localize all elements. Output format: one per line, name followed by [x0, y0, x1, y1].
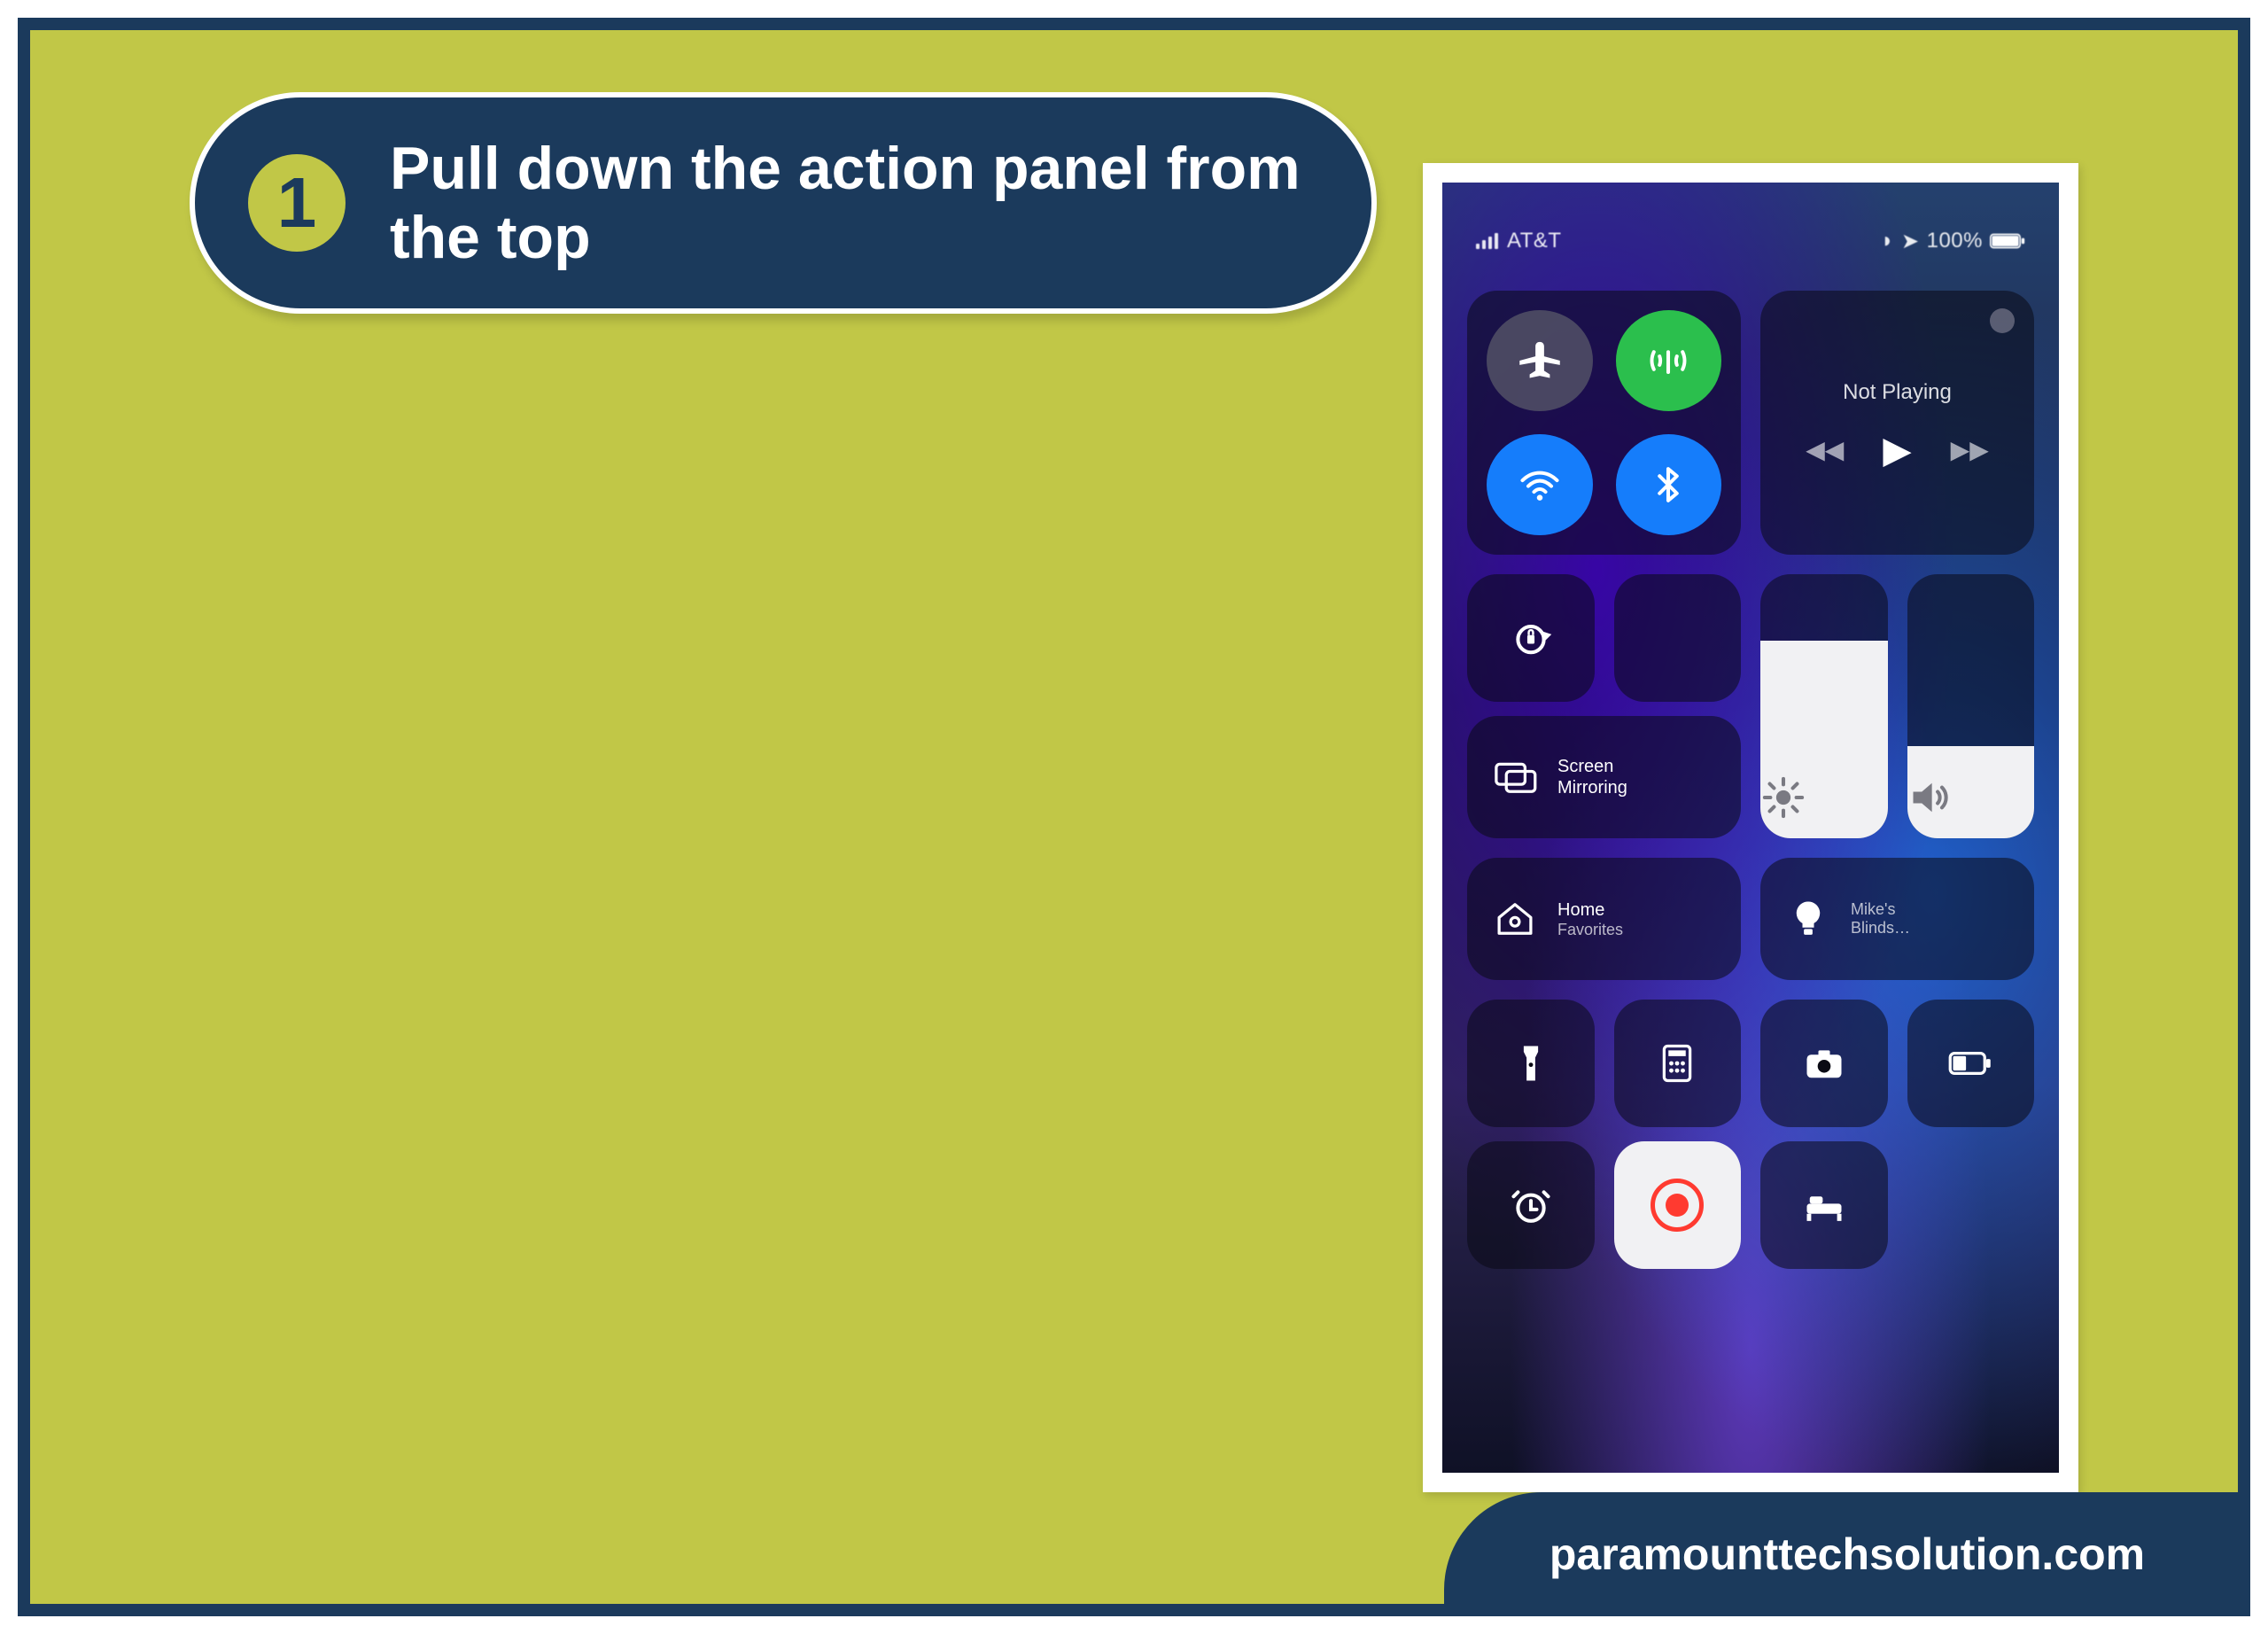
bluetooth-toggle[interactable]	[1616, 434, 1722, 535]
carrier-label: AT&T	[1507, 229, 1562, 253]
low-power-mode-button[interactable]	[1907, 1000, 2035, 1127]
screen-mirroring-button[interactable]: Screen Mirroring	[1467, 716, 1741, 838]
signal-icon	[1476, 233, 1498, 249]
do-not-disturb-icon: ◗	[1881, 229, 1894, 253]
network-platter[interactable]	[1467, 291, 1741, 555]
instruction-callout: 1 Pull down the action panel from the to…	[190, 92, 1377, 314]
do-not-disturb-toggle[interactable]	[1614, 574, 1742, 702]
home-favorites-button[interactable]: Home Favorites	[1467, 858, 1741, 980]
smart-device-button[interactable]: Mike's Blinds…	[1760, 858, 2034, 980]
step-number-badge: 1	[248, 154, 346, 252]
airplane-mode-toggle[interactable]	[1487, 310, 1593, 411]
media-platter[interactable]: Not Playing ◀◀ ▶ ▶▶	[1760, 291, 2034, 555]
screen-record-button[interactable]	[1614, 1141, 1742, 1269]
flashlight-button[interactable]	[1467, 1000, 1595, 1127]
camera-button[interactable]	[1760, 1000, 1888, 1127]
alarm-button[interactable]	[1467, 1141, 1595, 1269]
home-favorites-label: Home	[1557, 899, 1623, 921]
ios-control-center: AT&T ◗ ➤ 100%	[1442, 183, 2059, 1473]
wifi-toggle[interactable]	[1487, 434, 1593, 535]
airplay-icon[interactable]	[1990, 308, 2015, 333]
home-icon	[1492, 896, 1538, 942]
previous-track-button[interactable]: ◀◀	[1806, 435, 1844, 464]
lightbulb-icon	[1785, 896, 1831, 942]
bedtime-button[interactable]	[1760, 1141, 1888, 1269]
phone-screenshot-frame: AT&T ◗ ➤ 100%	[1423, 163, 2078, 1492]
empty-cell	[1907, 1141, 2035, 1269]
now-playing-label: Not Playing	[1843, 380, 1952, 405]
volume-slider[interactable]	[1907, 574, 2035, 838]
battery-icon	[1990, 223, 2025, 259]
brightness-slider[interactable]	[1760, 574, 1888, 838]
control-center-grid: Not Playing ◀◀ ▶ ▶▶	[1467, 291, 2034, 1264]
screen-mirroring-label: Screen	[1557, 756, 1627, 777]
record-icon	[1651, 1179, 1704, 1232]
calculator-button[interactable]	[1614, 1000, 1742, 1127]
cellular-data-toggle[interactable]	[1616, 310, 1722, 411]
brightness-icon	[1760, 774, 1888, 821]
screen-mirroring-icon	[1492, 754, 1538, 800]
play-button[interactable]: ▶	[1883, 428, 1911, 471]
status-bar: AT&T ◗ ➤ 100%	[1467, 207, 2034, 291]
rotation-lock-toggle[interactable]	[1467, 574, 1595, 702]
slide-frame: 1 Pull down the action panel from the to…	[18, 18, 2250, 1616]
instruction-text: Pull down the action panel from the top	[390, 134, 1318, 272]
battery-percent: 100%	[1927, 229, 1983, 253]
smart-device-label: Mike's	[1851, 900, 1910, 919]
next-track-button[interactable]: ▶▶	[1951, 435, 1989, 464]
volume-icon	[1907, 774, 2035, 821]
location-icon: ➤	[1901, 229, 1920, 254]
website-banner: paramounttechsolution.com	[1444, 1492, 2250, 1616]
website-url: paramounttechsolution.com	[1550, 1529, 2145, 1580]
